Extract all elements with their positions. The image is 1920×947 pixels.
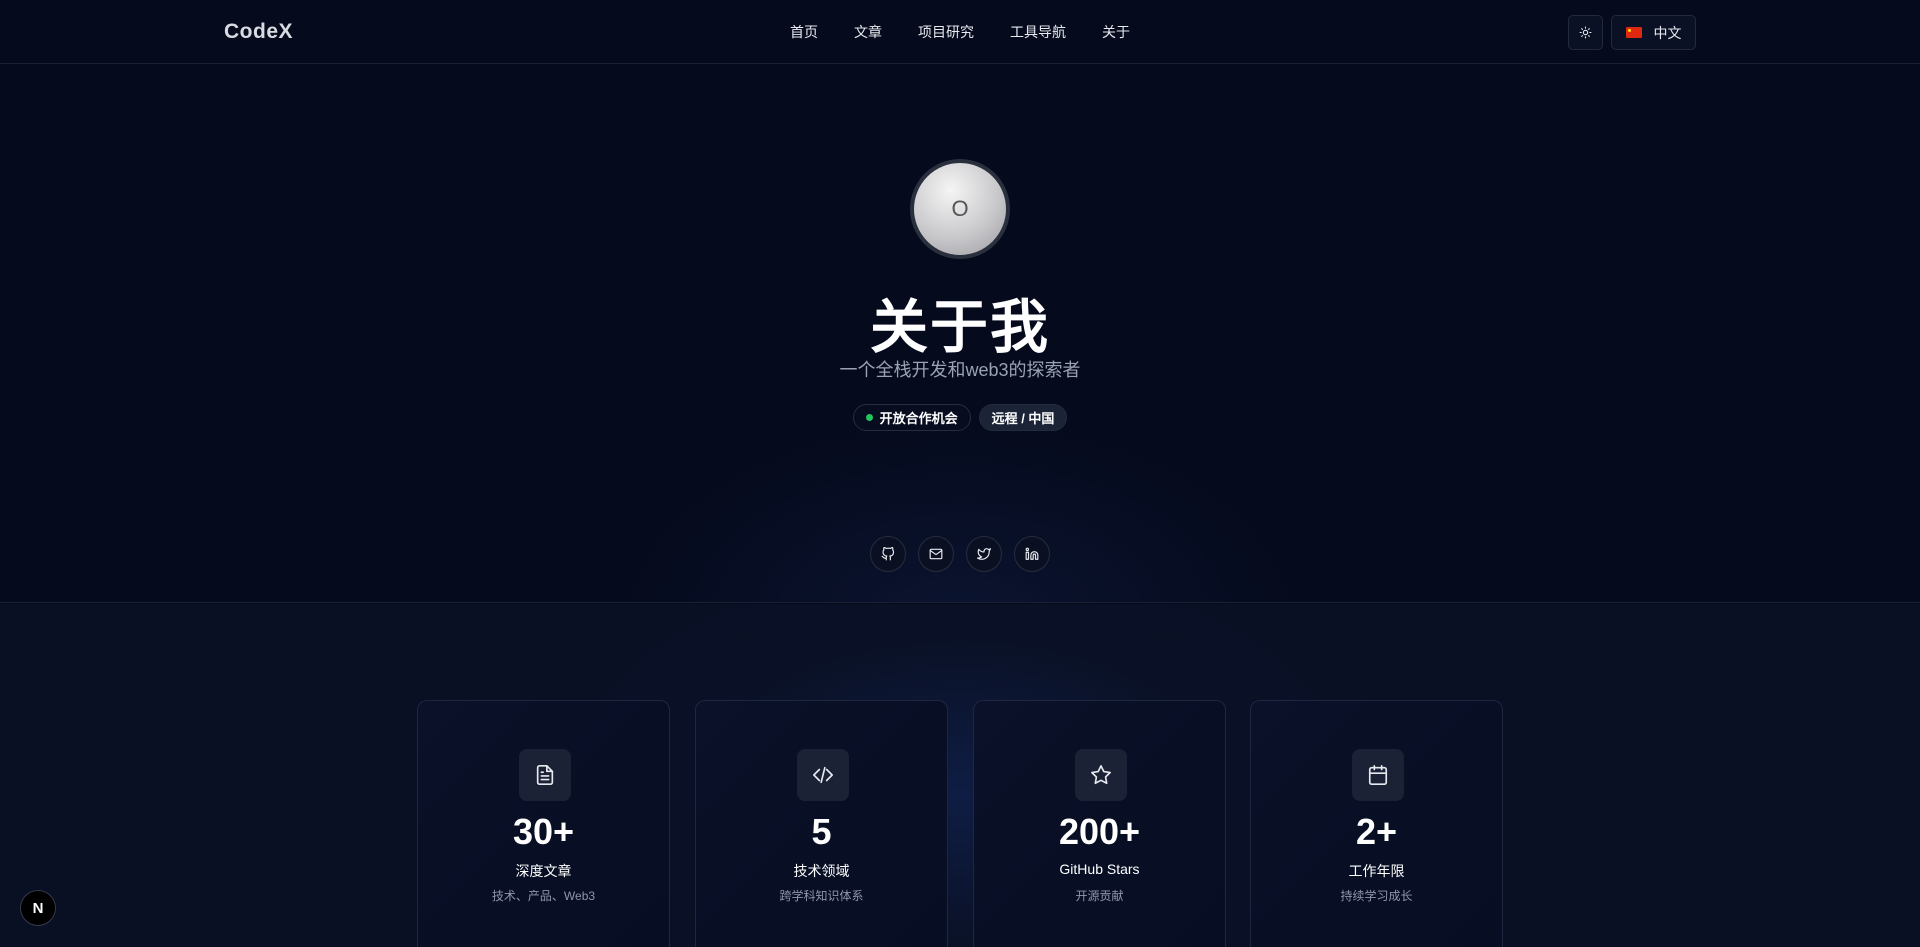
document-icon <box>536 765 554 785</box>
stat-label: 工作年限 <box>1348 863 1405 879</box>
stat-card-domains: 5 技术领域 跨学科知识体系 <box>695 700 948 947</box>
avatar: O <box>910 159 1010 259</box>
stat-value: 2+ <box>1355 811 1398 852</box>
theme-toggle-button[interactable] <box>1568 15 1603 50</box>
page-title: 关于我 <box>869 295 1050 360</box>
stat-label: 技术领域 <box>793 863 850 879</box>
stat-icon-box <box>797 749 849 801</box>
social-links <box>0 536 1920 572</box>
sun-icon <box>1579 26 1592 39</box>
stat-label: 深度文章 <box>515 863 572 879</box>
location-badge-label: 远程 / 中国 <box>991 411 1055 426</box>
nav-item-tools[interactable]: 工具导航 <box>1010 22 1066 42</box>
stat-description: 开源贡献 <box>1075 889 1124 903</box>
badge-row: 开放合作机会 远程 / 中国 <box>0 404 1920 431</box>
hero-section: O 关于我 一个全栈开发和web3的探索者 开放合作机会 远程 / 中国 <box>0 65 1920 603</box>
language-label: 中文 <box>1653 24 1682 41</box>
nav-item-home[interactable]: 首页 <box>790 22 818 42</box>
linkedin-icon <box>1025 547 1039 560</box>
main-nav: 首页 文章 项目研究 工具导航 关于 <box>790 22 1166 42</box>
stat-label: GitHub Stars <box>1059 861 1140 877</box>
stat-description: 跨学科知识体系 <box>779 889 864 903</box>
stat-value: 200+ <box>1058 811 1141 852</box>
calendar-icon <box>1368 765 1388 785</box>
stat-value: 5 <box>811 811 832 852</box>
stat-icon-box <box>519 749 571 801</box>
stat-card-articles: 30+ 深度文章 技术、产品、Web3 <box>417 700 670 947</box>
status-badge: 开放合作机会 <box>852 404 971 431</box>
stat-icon-box <box>1075 749 1127 801</box>
stat-description: 技术、产品、Web3 <box>491 889 596 903</box>
stat-card-stars: 200+ GitHub Stars 开源贡献 <box>973 700 1226 947</box>
email-link[interactable] <box>918 536 954 572</box>
star-icon <box>1091 765 1111 785</box>
status-dot-icon <box>865 414 873 421</box>
dev-badge-letter: N <box>32 899 44 917</box>
site-logo[interactable]: CodeX <box>224 20 293 44</box>
nav-item-about[interactable]: 关于 <box>1102 22 1130 42</box>
stat-value: 30+ <box>512 811 575 852</box>
page-subtitle: 一个全栈开发和web3的探索者 <box>839 360 1081 380</box>
stat-card-years: 2+ 工作年限 持续学习成长 <box>1250 700 1503 947</box>
status-badge-label: 开放合作机会 <box>879 411 958 426</box>
mail-icon <box>929 548 943 560</box>
site-header: CodeX 首页 文章 项目研究 工具导航 关于 中文 <box>0 0 1920 64</box>
language-switch-button[interactable]: 中文 <box>1611 15 1696 50</box>
code-icon <box>813 766 833 784</box>
stats-section: 30+ 深度文章 技术、产品、Web3 5 技术领域 跨学科知识体系 200+ … <box>0 604 1920 947</box>
nav-item-articles[interactable]: 文章 <box>854 22 882 42</box>
nav-item-projects[interactable]: 项目研究 <box>918 22 974 42</box>
stat-description: 持续学习成长 <box>1340 889 1413 903</box>
china-flag-icon <box>1625 27 1642 38</box>
twitter-link[interactable] <box>966 536 1002 572</box>
avatar-letter: O <box>951 196 969 221</box>
twitter-icon <box>977 548 991 560</box>
github-link[interactable] <box>870 536 906 572</box>
github-icon <box>881 547 895 561</box>
location-badge: 远程 / 中国 <box>978 404 1068 431</box>
dev-tools-badge[interactable]: N <box>20 890 56 926</box>
linkedin-link[interactable] <box>1014 536 1050 572</box>
stat-icon-box <box>1352 749 1404 801</box>
